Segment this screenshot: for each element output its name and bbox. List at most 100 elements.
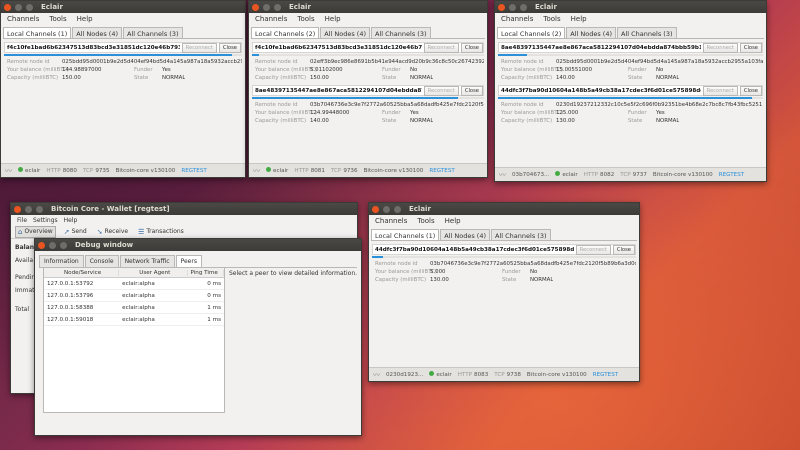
maximize-window-icon[interactable] (394, 205, 401, 213)
minimize-window-icon[interactable] (15, 3, 22, 11)
menu-tools[interactable]: Tools (297, 15, 314, 23)
menu-help[interactable]: Help (445, 217, 461, 225)
balance-label: Your balance (milliBTC) (255, 67, 318, 73)
minimize-window-icon[interactable] (25, 205, 32, 213)
close-window-icon[interactable] (38, 241, 45, 249)
funder-value: Yes (410, 110, 419, 116)
column-ping-time[interactable]: Ping Time (188, 269, 224, 276)
overview-button[interactable]: ⌂ Overview (15, 225, 56, 238)
menu-channels[interactable]: Channels (255, 15, 287, 23)
close-window-icon[interactable] (4, 3, 11, 11)
close-window-icon[interactable] (252, 3, 259, 11)
menu-file[interactable]: File (17, 217, 27, 224)
menu-channels[interactable]: Channels (501, 15, 533, 23)
remote-node-id-label: Remote node id (255, 102, 298, 108)
maximize-window-icon[interactable] (60, 241, 67, 249)
titlebar: Eclair (369, 203, 639, 215)
tab-all-nodes[interactable]: All Nodes (4) (566, 27, 617, 38)
network-badge: REGTEST (718, 171, 745, 178)
menu-channels[interactable]: Channels (7, 15, 39, 23)
tab-peers[interactable]: Peers (175, 255, 202, 267)
tab-local-channels[interactable]: Local Channels (2) (251, 27, 320, 38)
table-row[interactable]: 127.0.0.1:53796 eclair:alpha 0 ms (44, 290, 224, 302)
minimize-window-icon[interactable] (509, 3, 516, 11)
minimize-window-icon[interactable] (263, 3, 270, 11)
menu-channels[interactable]: Channels (375, 217, 407, 225)
tab-all-nodes[interactable]: All Nodes (4) (440, 229, 491, 240)
window-title: Debug window (75, 241, 134, 249)
menu-help[interactable]: Help (325, 15, 341, 23)
balance-value: 15.00551000 (556, 67, 593, 73)
table-row[interactable]: 127.0.0.1:53792 eclair:alpha 0 ms (44, 278, 224, 290)
menu-tools[interactable]: Tools (49, 15, 66, 23)
state-value: NORMAL (530, 277, 554, 283)
reconnect-button[interactable]: Reconnect (702, 42, 738, 53)
tab-all-channels[interactable]: All Channels (3) (371, 27, 431, 38)
eclair-window-2: Eclair Channels Tools Help Local Channel… (248, 0, 488, 178)
column-user-agent[interactable]: User Agent (119, 269, 189, 276)
send-button[interactable]: ➚ Send (62, 227, 89, 237)
tab-local-channels[interactable]: Local Channels (2) (497, 27, 566, 38)
remote-node-id: 02eff3b9ec986e8691b5b41e944acd9d20b9c36c… (310, 59, 484, 65)
maximize-window-icon[interactable] (520, 3, 527, 11)
menu-help[interactable]: Help (571, 15, 587, 23)
maximize-window-icon[interactable] (274, 3, 281, 11)
tab-network-traffic[interactable]: Network Traffic (119, 255, 175, 267)
minimize-window-icon[interactable] (383, 205, 390, 213)
status-dot-icon (555, 171, 561, 176)
close-window-icon[interactable] (372, 205, 379, 213)
close-channel-button[interactable]: Close (739, 42, 762, 53)
peer-detail-message: Select a peer to view detailed informati… (229, 270, 358, 277)
tab-local-channels[interactable]: Local Channels (1) (3, 27, 72, 38)
http-port: HTTP 8081 (294, 167, 325, 174)
receive-button[interactable]: ➘ Receive (95, 227, 130, 237)
close-channel-button[interactable]: Close (218, 42, 241, 53)
tab-all-nodes[interactable]: All Nodes (4) (72, 27, 123, 38)
minimize-window-icon[interactable] (49, 241, 56, 249)
maximize-window-icon[interactable] (36, 205, 43, 213)
table-row[interactable]: 127.0.0.1:58388 eclair:alpha 1 ms (44, 302, 224, 314)
reconnect-button[interactable]: Reconnect (702, 85, 738, 96)
tab-bar: Local Channels (2) All Nodes (4) All Cha… (251, 27, 485, 39)
tab-console[interactable]: Console (84, 255, 119, 267)
reconnect-button[interactable]: Reconnect (423, 42, 459, 53)
close-channel-button[interactable]: Close (460, 85, 483, 96)
close-window-icon[interactable] (14, 205, 21, 213)
reconnect-button[interactable]: Reconnect (575, 244, 611, 255)
state-value: NORMAL (656, 75, 680, 81)
channel-progress (252, 54, 484, 56)
reconnect-button[interactable]: Reconnect (423, 85, 459, 96)
capacity-value: 130.00 (430, 277, 449, 283)
transactions-button[interactable]: ☰ Transactions (136, 227, 186, 237)
capacity-label: Capacity (milliBTC) (501, 118, 553, 124)
tab-information[interactable]: Information (39, 255, 84, 267)
tab-all-channels[interactable]: All Channels (3) (123, 27, 183, 38)
column-node-service[interactable]: Node/Service (44, 269, 120, 276)
tab-local-channels[interactable]: Local Channels (1) (371, 229, 440, 240)
tab-all-channels[interactable]: All Channels (3) (491, 229, 551, 240)
menu-help[interactable]: Help (77, 15, 93, 23)
menu-help[interactable]: Help (64, 217, 78, 224)
balance-value: 144.98897000 (62, 67, 102, 73)
menu-tools[interactable]: Tools (543, 15, 560, 23)
tab-all-channels[interactable]: All Channels (3) (617, 27, 677, 38)
maximize-window-icon[interactable] (26, 3, 33, 11)
titlebar: Debug window (35, 239, 361, 251)
channel-progress (252, 97, 484, 99)
close-channel-button[interactable]: Close (612, 244, 635, 255)
network-badge: REGTEST (181, 167, 207, 174)
table-row[interactable]: 127.0.0.1:59018 eclair:alpha 1 ms (44, 314, 224, 326)
node-id-short: 0230d1923... (386, 371, 424, 378)
close-window-icon[interactable] (498, 3, 505, 11)
channel-progress (4, 54, 242, 56)
close-channel-button[interactable]: Close (739, 85, 762, 96)
menu-tools[interactable]: Tools (417, 217, 434, 225)
close-channel-button[interactable]: Close (460, 42, 483, 53)
tab-all-nodes[interactable]: All Nodes (4) (320, 27, 371, 38)
state-label: State (502, 277, 517, 283)
status-dot-icon (429, 371, 435, 376)
menu-settings[interactable]: Settings (33, 217, 58, 224)
balance-value: 5.01102000 (310, 67, 343, 73)
state-label: State (382, 118, 397, 124)
reconnect-button[interactable]: Reconnect (181, 42, 217, 53)
